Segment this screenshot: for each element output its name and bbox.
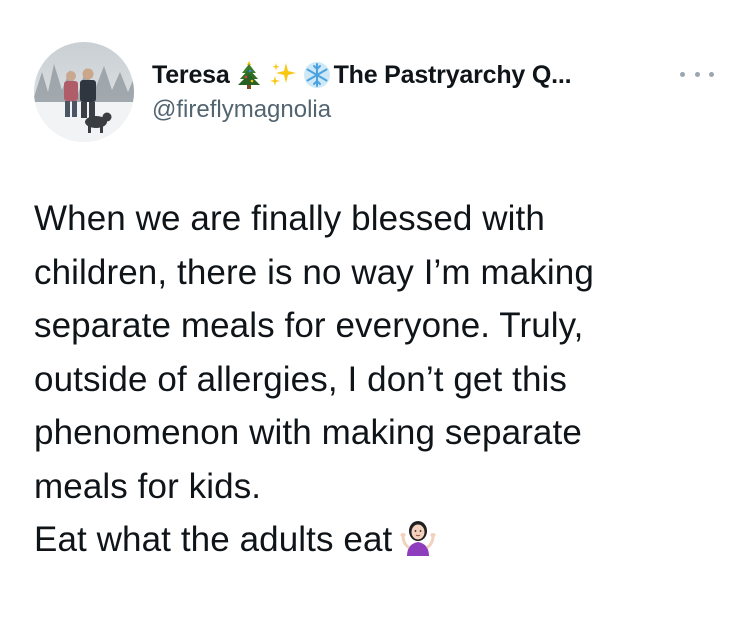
person-shrugging-icon xyxy=(398,517,438,557)
snowflake-icon xyxy=(302,60,332,90)
dot xyxy=(680,71,685,77)
user-handle[interactable]: @fireflymagnolia xyxy=(152,96,712,124)
tweet-text: When we are finally blessed with childre… xyxy=(34,192,724,567)
tweet-line: phenomenon with making separate xyxy=(34,413,582,452)
tweet-card: Teresa The Pastryarchy Q... @fireflymagn… xyxy=(0,0,750,620)
display-name[interactable]: Teresa xyxy=(152,61,230,90)
more-options-icon[interactable] xyxy=(680,64,714,84)
tweet-header: Teresa The Pastryarchy Q... @fireflymagn… xyxy=(152,58,712,124)
tweet-line: meals for kids. xyxy=(34,466,262,506)
dot xyxy=(694,71,700,77)
avatar[interactable] xyxy=(34,42,134,142)
avatar-photo xyxy=(34,42,134,142)
tweet-line: separate meals for everyone. Truly, xyxy=(34,306,584,345)
tweet-line: When we are finally blessed with xyxy=(34,199,545,238)
display-name-suffix[interactable]: The Pastryarchy Q... xyxy=(334,61,572,90)
tweet-last-line: Eat what the adults eat xyxy=(34,513,724,567)
tweet-line: children, there is no way I’m making xyxy=(34,252,594,292)
christmas-tree-icon xyxy=(234,60,264,90)
dot xyxy=(709,71,714,77)
name-row[interactable]: Teresa The Pastryarchy Q... xyxy=(152,58,712,92)
tweet-line: Eat what the adults eat xyxy=(34,520,393,559)
sparkles-icon xyxy=(268,60,298,90)
tweet-line: outside of allergies, I don’t get this xyxy=(34,359,568,399)
